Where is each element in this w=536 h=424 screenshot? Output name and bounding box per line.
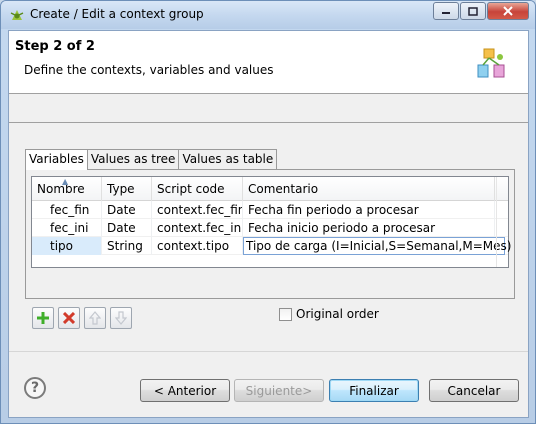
help-icon[interactable]: ? <box>24 377 46 399</box>
cell-script[interactable]: context.fec_ini <box>152 219 243 237</box>
minimize-icon <box>442 12 450 14</box>
original-order-label: Original order <box>296 307 379 321</box>
cell-type[interactable]: Date <box>102 201 152 219</box>
next-button-label: Siguiente> <box>245 383 313 398</box>
dialog-window: Create / Edit a context group Step 2 of … <box>0 0 536 424</box>
cell-name[interactable]: tipo <box>32 237 102 255</box>
finish-button[interactable]: Finalizar <box>329 379 419 402</box>
arrow-down-icon <box>115 311 127 325</box>
table-scroll-gutter <box>496 177 508 267</box>
window-title: Create / Edit a context group <box>30 7 204 21</box>
step-title: Step 2 of 2 <box>15 39 95 54</box>
close-button[interactable] <box>487 2 529 20</box>
sort-ascending-icon: ▲ <box>62 177 69 186</box>
minimize-button[interactable] <box>433 2 459 20</box>
table-header: ▲ Nombre Type Script code Comentario <box>32 177 508 201</box>
variables-table[interactable]: ▲ Nombre Type Script code Comentario fec… <box>31 176 511 268</box>
wizard-header: Step 2 of 2 Define the contexts, variabl… <box>9 31 528 94</box>
plus-icon <box>37 312 49 324</box>
column-header-script-code[interactable]: Script code <box>152 177 243 201</box>
column-label: Type <box>107 182 135 196</box>
close-icon <box>503 6 513 16</box>
cell-type[interactable]: String <box>102 237 152 255</box>
cell-script[interactable]: context.fec_fin <box>152 201 243 219</box>
cell-comment[interactable]: Fecha fin periodo a procesar <box>243 201 495 219</box>
cell-name[interactable]: fec_ini <box>32 219 102 237</box>
column-label: Nombre <box>37 182 85 196</box>
back-button[interactable]: < Anterior <box>140 379 230 402</box>
table-toolbar <box>32 307 136 329</box>
remove-icon <box>63 312 75 324</box>
tab-variables[interactable]: Variables <box>25 149 88 170</box>
cell-type[interactable]: Date <box>102 219 152 237</box>
finish-button-label: Finalizar <box>349 383 399 398</box>
column-header-type[interactable]: Type <box>102 177 152 201</box>
back-button-label: < Anterior <box>153 383 217 398</box>
context-group-icon <box>477 48 505 78</box>
move-down-button[interactable] <box>110 307 132 329</box>
remove-variable-button[interactable] <box>58 307 80 329</box>
cell-script[interactable]: context.tipo <box>152 237 243 255</box>
move-up-button[interactable] <box>84 307 106 329</box>
column-header-comentario[interactable]: Comentario <box>243 177 495 201</box>
next-button[interactable]: Siguiente> <box>234 379 324 402</box>
app-icon <box>10 10 24 20</box>
column-header-nombre[interactable]: ▲ Nombre <box>32 177 102 201</box>
maximize-icon <box>468 6 478 16</box>
header-separator <box>9 122 528 123</box>
tab-values-as-tree[interactable]: Values as tree <box>86 149 180 169</box>
original-order-checkbox[interactable] <box>279 307 292 321</box>
table-row[interactable]: fec_fin Date context.fec_fin Fecha fin p… <box>32 201 508 219</box>
cell-comment[interactable]: Fecha inicio periodo a procesar <box>243 219 495 237</box>
cancel-button-label: Cancelar <box>447 383 501 398</box>
cell-name[interactable]: fec_fin <box>32 201 102 219</box>
add-variable-button[interactable] <box>32 307 54 329</box>
footer-separator <box>9 351 528 352</box>
title-bar[interactable]: Create / Edit a context group <box>1 1 535 29</box>
tab-bar: Variables Values as tree Values as table <box>25 149 278 170</box>
step-description: Define the contexts, variables and value… <box>24 63 274 77</box>
table-row[interactable]: fec_ini Date context.fec_ini Fecha inici… <box>32 219 508 237</box>
tab-values-as-table[interactable]: Values as table <box>178 149 278 169</box>
maximize-button[interactable] <box>460 2 486 20</box>
table-row-selected[interactable]: tipo String context.tipo Tipo de carga (… <box>32 237 511 255</box>
variables-panel: ▲ Nombre Type Script code Comentario fec… <box>25 169 515 329</box>
original-order-option[interactable]: Original order <box>279 307 379 321</box>
column-label: Script code <box>157 182 225 196</box>
column-label: Comentario <box>248 182 319 196</box>
cancel-button[interactable]: Cancelar <box>429 379 519 402</box>
dialog-client: Step 2 of 2 Define the contexts, variabl… <box>8 30 529 418</box>
arrow-up-icon <box>89 311 101 325</box>
cell-comment-editor[interactable]: Tipo de carga (I=Inicial,S=Semanal,M=Mes… <box>243 237 511 255</box>
